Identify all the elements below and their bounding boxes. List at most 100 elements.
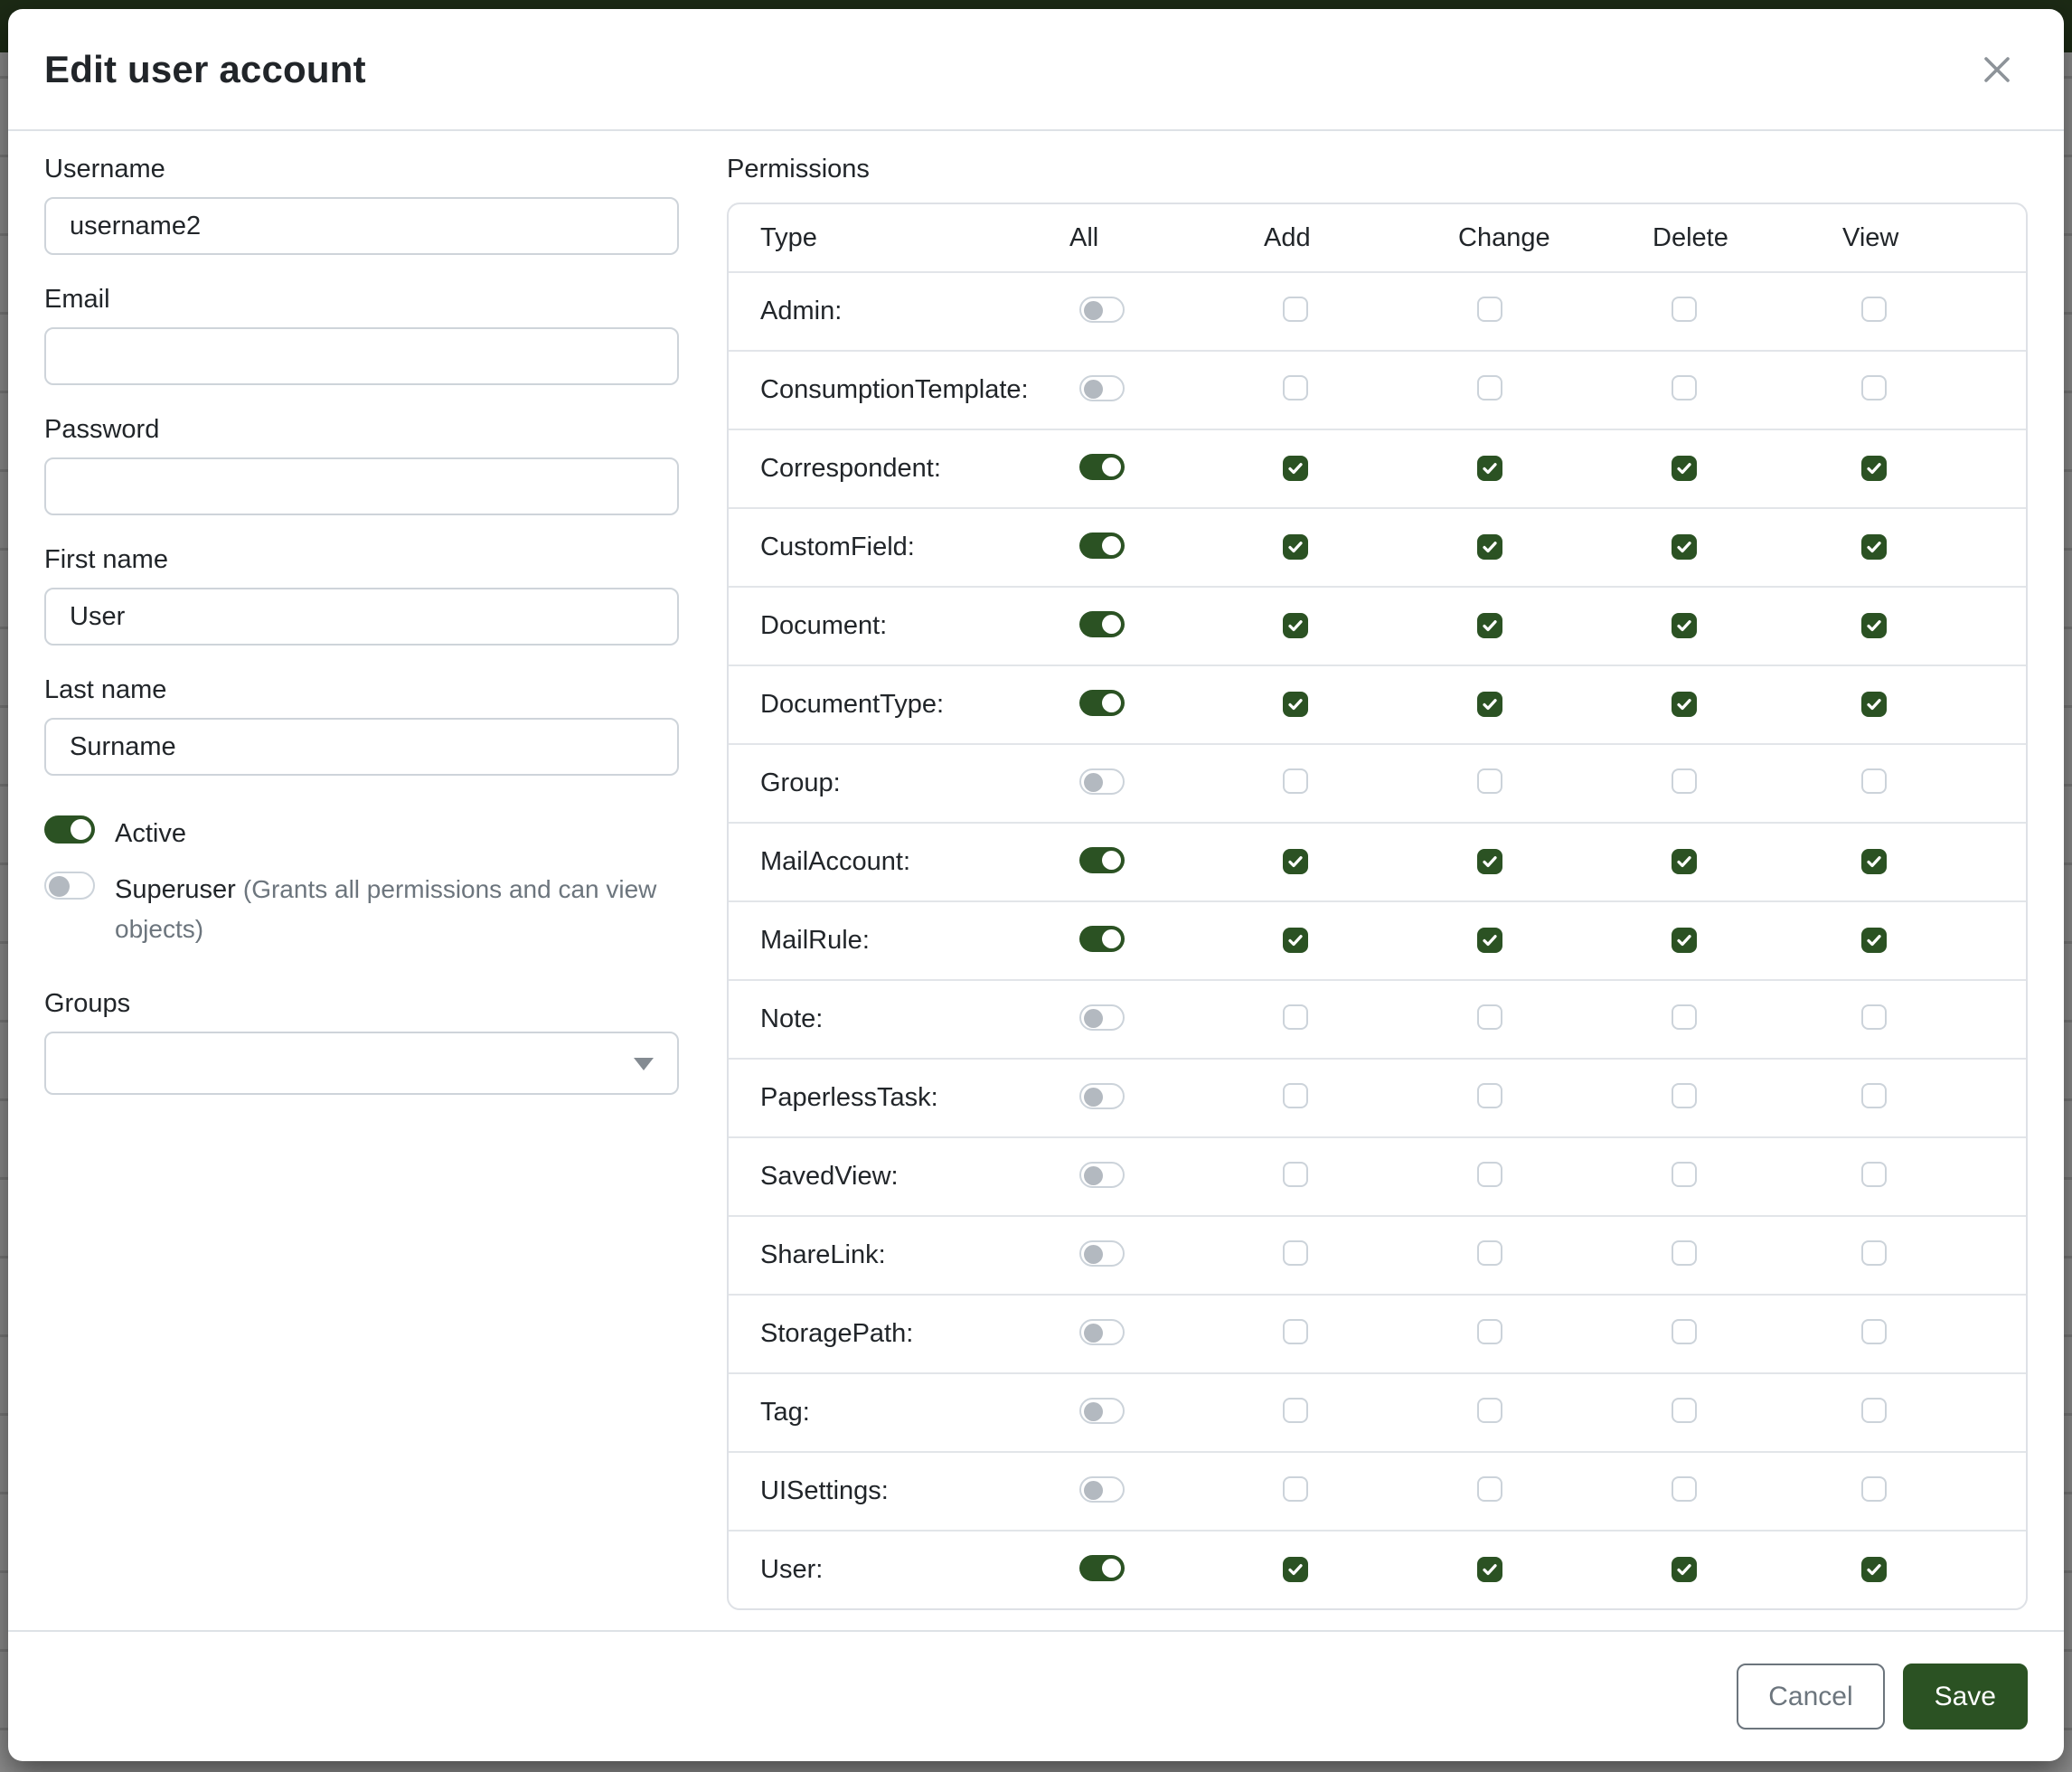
checkbox-delete-mailrule[interactable] (1672, 928, 1697, 953)
checkbox-delete-mailaccount[interactable] (1672, 849, 1697, 874)
checkbox-add-consumptiontemplate[interactable] (1283, 375, 1308, 401)
checkbox-view-consumptiontemplate[interactable] (1861, 375, 1887, 401)
checkbox-add-documenttype[interactable] (1283, 692, 1308, 717)
toggle-all-storagepath[interactable] (1079, 1319, 1125, 1345)
checkbox-delete-document[interactable] (1672, 613, 1697, 638)
checkbox-change-document[interactable] (1477, 613, 1502, 638)
checkbox-change-documenttype[interactable] (1477, 692, 1502, 717)
permission-view-cell (1832, 928, 2026, 954)
toggle-all-group[interactable] (1079, 768, 1125, 795)
toggle-all-consumptiontemplate[interactable] (1079, 375, 1125, 401)
checkbox-add-sharelink[interactable] (1283, 1240, 1308, 1266)
checkbox-view-mailaccount[interactable] (1861, 849, 1887, 874)
toggle-all-paperlesstask[interactable] (1079, 1083, 1125, 1109)
checkbox-delete-savedview[interactable] (1672, 1162, 1697, 1187)
checkbox-delete-group[interactable] (1672, 768, 1697, 794)
checkbox-change-group[interactable] (1477, 768, 1502, 794)
checkbox-delete-storagepath[interactable] (1672, 1319, 1697, 1344)
checkbox-change-customfield[interactable] (1477, 534, 1502, 560)
checkbox-change-mailrule[interactable] (1477, 928, 1502, 953)
superuser-toggle[interactable] (44, 872, 95, 900)
checkbox-view-tag[interactable] (1861, 1398, 1887, 1423)
checkbox-change-note[interactable] (1477, 1004, 1502, 1030)
checkbox-change-admin[interactable] (1477, 297, 1502, 322)
email-field[interactable] (44, 327, 679, 385)
toggle-all-user[interactable] (1079, 1555, 1125, 1581)
checkbox-add-tag[interactable] (1283, 1398, 1308, 1423)
checkbox-add-group[interactable] (1283, 768, 1308, 794)
toggle-all-savedview[interactable] (1079, 1162, 1125, 1188)
superuser-label-block: Superuser (Grants all permissions and ca… (115, 870, 657, 949)
toggle-all-uisettings[interactable] (1079, 1476, 1125, 1503)
checkbox-change-mailaccount[interactable] (1477, 849, 1502, 874)
checkbox-change-sharelink[interactable] (1477, 1240, 1502, 1266)
checkbox-add-storagepath[interactable] (1283, 1319, 1308, 1344)
checkbox-view-uisettings[interactable] (1861, 1476, 1887, 1502)
checkbox-change-paperlesstask[interactable] (1477, 1083, 1502, 1108)
checkbox-change-tag[interactable] (1477, 1398, 1502, 1423)
checkbox-delete-admin[interactable] (1672, 297, 1697, 322)
last-name-field[interactable] (44, 718, 679, 776)
close-icon[interactable] (1970, 42, 2024, 97)
toggle-all-customfield[interactable] (1079, 533, 1125, 559)
checkbox-view-admin[interactable] (1861, 297, 1887, 322)
toggle-all-document[interactable] (1079, 611, 1125, 637)
checkbox-add-document[interactable] (1283, 613, 1308, 638)
permission-type-label: Document: (729, 611, 1059, 641)
checkbox-add-paperlesstask[interactable] (1283, 1083, 1308, 1108)
checkbox-view-document[interactable] (1861, 613, 1887, 638)
permission-type-label: Admin: (729, 297, 1059, 326)
checkbox-change-user[interactable] (1477, 1557, 1502, 1582)
save-button[interactable]: Save (1903, 1664, 2028, 1730)
checkbox-delete-user[interactable] (1672, 1557, 1697, 1582)
checkbox-view-storagepath[interactable] (1861, 1319, 1887, 1344)
checkbox-add-uisettings[interactable] (1283, 1476, 1308, 1502)
toggle-all-admin[interactable] (1079, 297, 1125, 323)
checkbox-delete-note[interactable] (1672, 1004, 1697, 1030)
checkbox-view-documenttype[interactable] (1861, 692, 1887, 717)
groups-select[interactable] (44, 1032, 679, 1095)
cancel-button[interactable]: Cancel (1737, 1664, 1884, 1730)
checkbox-add-correspondent[interactable] (1283, 456, 1308, 481)
checkbox-view-correspondent[interactable] (1861, 456, 1887, 481)
toggle-all-sharelink[interactable] (1079, 1240, 1125, 1267)
checkbox-view-mailrule[interactable] (1861, 928, 1887, 953)
checkbox-add-admin[interactable] (1283, 297, 1308, 322)
checkbox-delete-customfield[interactable] (1672, 534, 1697, 560)
checkbox-delete-uisettings[interactable] (1672, 1476, 1697, 1502)
checkbox-view-user[interactable] (1861, 1557, 1887, 1582)
checkbox-delete-paperlesstask[interactable] (1672, 1083, 1697, 1108)
checkbox-delete-tag[interactable] (1672, 1398, 1697, 1423)
checkbox-change-savedview[interactable] (1477, 1162, 1502, 1187)
checkbox-change-uisettings[interactable] (1477, 1476, 1502, 1502)
checkbox-add-mailrule[interactable] (1283, 928, 1308, 953)
toggle-all-mailrule[interactable] (1079, 926, 1125, 952)
toggle-all-mailaccount[interactable] (1079, 847, 1125, 873)
toggle-all-note[interactable] (1079, 1004, 1125, 1031)
checkbox-add-note[interactable] (1283, 1004, 1308, 1030)
toggle-all-correspondent[interactable] (1079, 454, 1125, 480)
checkbox-add-mailaccount[interactable] (1283, 849, 1308, 874)
toggle-all-tag[interactable] (1079, 1398, 1125, 1424)
checkbox-view-customfield[interactable] (1861, 534, 1887, 560)
toggle-all-documenttype[interactable] (1079, 690, 1125, 716)
checkbox-delete-documenttype[interactable] (1672, 692, 1697, 717)
checkbox-view-savedview[interactable] (1861, 1162, 1887, 1187)
checkbox-delete-correspondent[interactable] (1672, 456, 1697, 481)
checkbox-view-paperlesstask[interactable] (1861, 1083, 1887, 1108)
active-toggle[interactable] (44, 815, 95, 844)
checkbox-delete-consumptiontemplate[interactable] (1672, 375, 1697, 401)
checkbox-view-sharelink[interactable] (1861, 1240, 1887, 1266)
checkbox-delete-sharelink[interactable] (1672, 1240, 1697, 1266)
checkbox-change-consumptiontemplate[interactable] (1477, 375, 1502, 401)
checkbox-add-user[interactable] (1283, 1557, 1308, 1582)
username-input[interactable] (44, 197, 679, 255)
checkbox-view-group[interactable] (1861, 768, 1887, 794)
first-name-field[interactable] (44, 588, 679, 646)
checkbox-add-customfield[interactable] (1283, 534, 1308, 560)
checkbox-view-note[interactable] (1861, 1004, 1887, 1030)
checkbox-change-storagepath[interactable] (1477, 1319, 1502, 1344)
checkbox-add-savedview[interactable] (1283, 1162, 1308, 1187)
checkbox-change-correspondent[interactable] (1477, 456, 1502, 481)
password-field[interactable] (44, 457, 679, 515)
